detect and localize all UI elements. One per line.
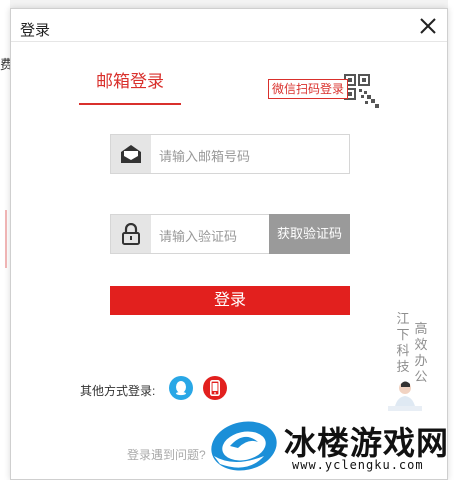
email-input-placeholder: 请输入邮箱号码: [159, 149, 251, 164]
code-field-icon-box: [111, 215, 151, 253]
brand-logo: [211, 421, 277, 471]
brand-url: www.yclengku.com: [292, 458, 424, 472]
other-methods-label: 其他方式登录:: [80, 384, 156, 398]
dialog-titlebar: 登录: [11, 9, 447, 42]
login-problem-link[interactable]: 登录遇到问题?: [127, 446, 206, 463]
tab-email-login-label: 邮箱登录: [96, 72, 164, 91]
qq-login-button[interactable]: [169, 376, 193, 400]
qr-code-icon[interactable]: [343, 73, 381, 111]
wechat-login-button[interactable]: 微信扫码登录: [268, 79, 349, 99]
watermark-char: 高: [414, 322, 428, 337]
watermark-char: 江: [396, 312, 410, 327]
watermark-char: 办: [414, 354, 428, 369]
tab-email-login[interactable]: 邮箱登录: [79, 71, 181, 105]
background-partial-text: 费: [0, 57, 10, 72]
get-code-button[interactable]: 获取验证码: [269, 214, 350, 254]
dialog-title: 登录: [20, 22, 51, 39]
code-field[interactable]: 请输入验证码 获取验证码: [110, 214, 350, 254]
envelope-icon: [121, 145, 141, 163]
background-right-edge: [448, 0, 460, 480]
background-accent-line: [5, 210, 7, 268]
watermark-person-icon: [388, 381, 422, 411]
qq-icon: [176, 381, 186, 396]
login-button[interactable]: 登录: [110, 286, 350, 315]
email-field[interactable]: 请输入邮箱号码: [110, 134, 350, 174]
login-dialog: 登录 邮箱登录 微信扫码登录 请输入邮箱号码 请输入验证码 获取验证码 登录 其…: [10, 8, 448, 480]
watermark-char: 效: [414, 338, 428, 353]
lock-icon: [122, 223, 140, 245]
phone-icon: [210, 380, 220, 396]
phone-login-button[interactable]: [203, 376, 227, 400]
close-icon: [420, 18, 436, 34]
watermark-char: 下: [396, 328, 410, 343]
watermark-char: 技: [396, 360, 410, 375]
watermark-char: 科: [396, 344, 410, 359]
close-button[interactable]: [417, 15, 439, 37]
code-input-placeholder: 请输入验证码: [159, 229, 238, 244]
email-field-icon-box: [111, 135, 151, 173]
